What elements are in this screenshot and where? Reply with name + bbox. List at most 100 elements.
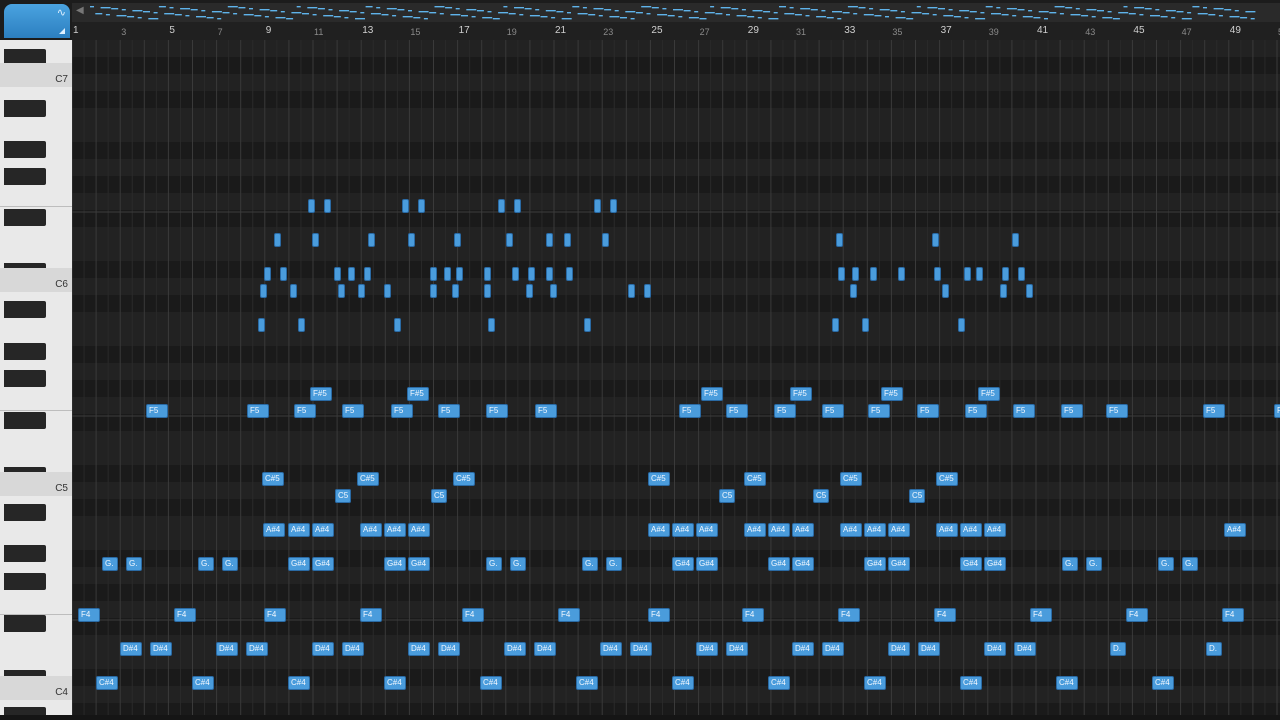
midi-note[interactable]: F5 — [1203, 404, 1225, 418]
midi-note[interactable]: D#4 — [600, 642, 622, 656]
midi-note[interactable]: F#5 — [407, 387, 429, 401]
midi-note[interactable]: F5 — [965, 404, 987, 418]
midi-note[interactable]: C#4 — [1056, 676, 1078, 690]
midi-note[interactable]: A#4 — [384, 523, 406, 537]
midi-note-short[interactable] — [1012, 233, 1019, 247]
midi-note[interactable]: F5 — [868, 404, 890, 418]
bottom-scrollbar[interactable] — [0, 715, 1280, 720]
midi-note[interactable]: D#4 — [984, 642, 1006, 656]
midi-note[interactable]: F5 — [1013, 404, 1035, 418]
midi-note[interactable]: G. — [606, 557, 622, 571]
midi-note[interactable]: F4 — [648, 608, 670, 622]
midi-note[interactable]: G. — [126, 557, 142, 571]
midi-note-short[interactable] — [838, 267, 845, 281]
midi-note-short[interactable] — [368, 233, 375, 247]
midi-note[interactable]: F5 — [1061, 404, 1083, 418]
midi-note[interactable]: A#4 — [288, 523, 310, 537]
midi-note-short[interactable] — [546, 267, 553, 281]
midi-note-short[interactable] — [1018, 267, 1025, 281]
midi-note[interactable]: C5 — [431, 489, 447, 503]
midi-note-short[interactable] — [550, 284, 557, 298]
midi-note[interactable]: A#4 — [864, 523, 886, 537]
midi-note[interactable]: F5 — [1106, 404, 1128, 418]
midi-note[interactable]: F4 — [1030, 608, 1052, 622]
midi-note[interactable]: A#4 — [768, 523, 790, 537]
midi-note[interactable]: A#4 — [672, 523, 694, 537]
midi-note-short[interactable] — [628, 284, 635, 298]
midi-note-short[interactable] — [430, 284, 437, 298]
midi-note[interactable]: G#4 — [792, 557, 814, 571]
midi-note-short[interactable] — [1002, 267, 1009, 281]
midi-note-short[interactable] — [1026, 284, 1033, 298]
midi-note[interactable]: A#4 — [648, 523, 670, 537]
midi-note[interactable]: F5 — [247, 404, 269, 418]
midi-note[interactable]: C#4 — [672, 676, 694, 690]
midi-note[interactable]: D#4 — [120, 642, 142, 656]
black-key[interactable] — [4, 209, 46, 226]
octave-key-c7[interactable]: C7 — [0, 63, 72, 87]
midi-note[interactable]: D#4 — [342, 642, 364, 656]
midi-note-short[interactable] — [384, 284, 391, 298]
midi-note[interactable]: G#4 — [408, 557, 430, 571]
midi-note[interactable]: G#4 — [672, 557, 694, 571]
midi-note[interactable]: C#4 — [288, 676, 310, 690]
midi-note[interactable]: G. — [1182, 557, 1198, 571]
octave-key-c6[interactable]: C6 — [0, 268, 72, 292]
midi-note-short[interactable] — [546, 233, 553, 247]
midi-note-short[interactable] — [338, 284, 345, 298]
midi-note[interactable]: G. — [486, 557, 502, 571]
midi-note-short[interactable] — [514, 199, 521, 213]
midi-note[interactable]: F#5 — [790, 387, 812, 401]
midi-note-short[interactable] — [836, 233, 843, 247]
midi-note[interactable]: C#4 — [96, 676, 118, 690]
midi-note[interactable]: D#4 — [216, 642, 238, 656]
midi-note[interactable]: A#4 — [1224, 523, 1246, 537]
midi-note-short[interactable] — [394, 318, 401, 332]
midi-note-short[interactable] — [526, 284, 533, 298]
midi-note[interactable]: D#4 — [888, 642, 910, 656]
midi-note[interactable]: C#4 — [768, 676, 790, 690]
midi-note[interactable]: A#4 — [408, 523, 430, 537]
midi-note[interactable]: C#5 — [744, 472, 766, 486]
midi-note[interactable]: F5 — [486, 404, 508, 418]
midi-note[interactable]: F4 — [174, 608, 196, 622]
midi-note[interactable]: C#5 — [453, 472, 475, 486]
piano-keyboard[interactable]: C7 C6 C5 C4 — [0, 40, 72, 715]
black-key[interactable] — [4, 707, 46, 715]
midi-note-short[interactable] — [312, 233, 319, 247]
midi-note-short[interactable] — [454, 233, 461, 247]
midi-note-short[interactable] — [862, 318, 869, 332]
midi-note[interactable]: F#5 — [701, 387, 723, 401]
midi-note-short[interactable] — [964, 267, 971, 281]
midi-note[interactable]: D#4 — [792, 642, 814, 656]
midi-note[interactable]: C#4 — [864, 676, 886, 690]
midi-note[interactable]: F5 — [342, 404, 364, 418]
midi-note[interactable]: F4 — [1126, 608, 1148, 622]
midi-note-short[interactable] — [324, 199, 331, 213]
midi-note[interactable]: D. — [1110, 642, 1126, 656]
midi-note-short[interactable] — [852, 267, 859, 281]
midi-note[interactable]: F5 — [774, 404, 796, 418]
midi-note[interactable]: F#5 — [310, 387, 332, 401]
midi-note-short[interactable] — [418, 199, 425, 213]
midi-note-short[interactable] — [298, 318, 305, 332]
midi-note[interactable]: A#4 — [888, 523, 910, 537]
midi-note[interactable]: D. — [1206, 642, 1222, 656]
bar-ruler[interactable]: 1 3 5 7 9 11 13 15 17 19 21 23 25 27 29 31 33 35 37 39 41 43 4… — [72, 22, 1280, 41]
midi-note-short[interactable] — [976, 267, 983, 281]
midi-note-short[interactable] — [610, 199, 617, 213]
midi-note-short[interactable] — [942, 284, 949, 298]
midi-note[interactable]: C#4 — [480, 676, 502, 690]
midi-note[interactable]: D#4 — [150, 642, 172, 656]
midi-note[interactable]: C5 — [719, 489, 735, 503]
chevron-left-icon[interactable]: ◀ — [76, 5, 88, 19]
midi-note-short[interactable] — [408, 233, 415, 247]
midi-note-short[interactable] — [260, 284, 267, 298]
midi-note[interactable]: D#4 — [504, 642, 526, 656]
midi-note[interactable]: C#5 — [840, 472, 862, 486]
midi-note-short[interactable] — [484, 267, 491, 281]
octave-key-c4[interactable]: C4 — [0, 676, 72, 700]
midi-note-short[interactable] — [308, 199, 315, 213]
midi-note-short[interactable] — [488, 318, 495, 332]
midi-note[interactable]: F5 — [679, 404, 701, 418]
